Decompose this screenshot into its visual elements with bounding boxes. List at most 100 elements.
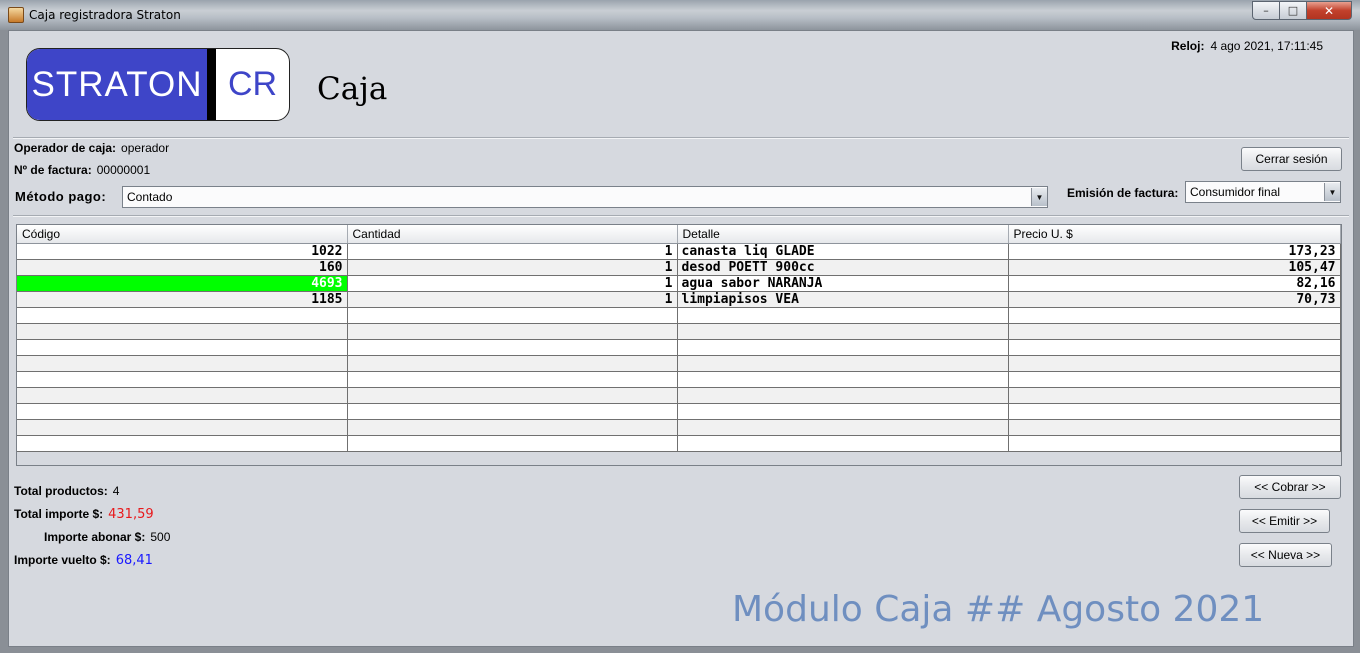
cell-codigo[interactable] <box>17 323 348 340</box>
clock-label: Reloj: <box>1171 39 1205 53</box>
cell-precio[interactable] <box>1008 355 1341 372</box>
cell-cantidad[interactable] <box>347 387 678 404</box>
table-row[interactable] <box>17 435 1341 452</box>
cell-cantidad[interactable] <box>347 371 678 388</box>
logo-cr-text: CR <box>227 65 278 103</box>
total-productos-value: 4 <box>112 484 120 498</box>
cell-cantidad[interactable]: 1 <box>347 291 678 308</box>
cell-detalle[interactable] <box>677 419 1009 436</box>
table-row[interactable] <box>17 323 1341 340</box>
total-productos-field: Total productos: 4 <box>14 484 119 498</box>
minimize-button[interactable]: – <box>1252 1 1280 20</box>
total-importe-field: Total importe $: 431,59 <box>14 507 154 522</box>
close-button[interactable]: ✕ <box>1306 1 1352 20</box>
operador-field: Operador de caja: operador <box>14 141 169 155</box>
factura-value: 00000001 <box>96 163 151 177</box>
cobrar-button[interactable]: << Cobrar >> <box>1239 475 1341 499</box>
clock-value: 4 ago 2021, 17:11:45 <box>1210 39 1323 53</box>
chevron-down-icon[interactable]: ▼ <box>1324 183 1340 201</box>
emision-select[interactable]: Consumidor final ▼ <box>1185 181 1341 203</box>
cell-codigo[interactable]: 1185 <box>17 291 348 308</box>
cell-precio[interactable]: 105,47 <box>1008 259 1341 276</box>
cell-codigo[interactable]: 1022 <box>17 243 348 260</box>
cell-detalle[interactable] <box>677 435 1009 452</box>
page-title: Caja <box>317 71 388 107</box>
cell-cantidad[interactable]: 1 <box>347 259 678 276</box>
java-app-icon <box>8 7 24 23</box>
cell-cantidad[interactable] <box>347 307 678 324</box>
cell-cantidad[interactable]: 1 <box>347 275 678 292</box>
cell-detalle[interactable] <box>677 355 1009 372</box>
straton-logo: STRATON CR <box>26 48 290 121</box>
cell-codigo[interactable] <box>17 419 348 436</box>
cell-codigo[interactable] <box>17 387 348 404</box>
cell-precio[interactable]: 173,23 <box>1008 243 1341 260</box>
col-header-precio[interactable]: Precio U. $ <box>1008 225 1341 244</box>
table-row[interactable] <box>17 355 1341 372</box>
metodo-pago-select[interactable]: Contado ▼ <box>122 186 1048 208</box>
cell-detalle[interactable]: limpiapisos VEA <box>677 291 1009 308</box>
importe-abonar-value[interactable]: 500 <box>150 530 170 544</box>
products-table[interactable]: Código Cantidad Detalle Precio U. $ 1022… <box>17 225 1341 452</box>
cell-detalle[interactable] <box>677 339 1009 356</box>
total-productos-label: Total productos: <box>14 484 108 498</box>
title-bar[interactable]: Caja registradora Straton – □ ✕ <box>0 0 1360 30</box>
col-header-cantidad[interactable]: Cantidad <box>347 225 678 244</box>
chevron-down-icon[interactable]: ▼ <box>1031 188 1047 206</box>
table-row[interactable] <box>17 419 1341 436</box>
factura-label: Nº de factura: <box>14 163 92 177</box>
cell-precio[interactable] <box>1008 339 1341 356</box>
cell-cantidad[interactable]: 1 <box>347 243 678 260</box>
cell-cantidad[interactable] <box>347 355 678 372</box>
table-row[interactable]: 4693 1 agua sabor NARANJA 82,16 <box>17 275 1341 292</box>
nueva-button[interactable]: << Nueva >> <box>1239 543 1332 567</box>
window-controls: – □ ✕ <box>1252 1 1352 20</box>
cell-precio[interactable] <box>1008 403 1341 420</box>
cell-codigo[interactable]: 160 <box>17 259 348 276</box>
table-row[interactable] <box>17 371 1341 388</box>
cell-cantidad[interactable] <box>347 323 678 340</box>
main-panel: STRATON CR Caja Reloj: 4 ago 2021, 17:11:… <box>8 30 1354 647</box>
cell-codigo[interactable]: 4693 <box>17 275 348 292</box>
table-row[interactable]: 1185 1 limpiapisos VEA 70,73 <box>17 291 1341 308</box>
cell-codigo[interactable] <box>17 307 348 324</box>
cell-precio[interactable] <box>1008 371 1341 388</box>
cell-cantidad[interactable] <box>347 339 678 356</box>
cell-detalle[interactable] <box>677 371 1009 388</box>
cell-detalle[interactable] <box>677 323 1009 340</box>
cell-cantidad[interactable] <box>347 403 678 420</box>
cell-detalle[interactable] <box>677 387 1009 404</box>
cell-precio[interactable] <box>1008 307 1341 324</box>
cell-precio[interactable]: 82,16 <box>1008 275 1341 292</box>
cell-detalle[interactable] <box>677 403 1009 420</box>
cell-detalle[interactable]: desod POETT 900cc <box>677 259 1009 276</box>
table-row[interactable] <box>17 387 1341 404</box>
cell-codigo[interactable] <box>17 403 348 420</box>
cell-precio[interactable] <box>1008 419 1341 436</box>
cell-detalle[interactable] <box>677 307 1009 324</box>
table-row[interactable] <box>17 339 1341 356</box>
cell-codigo[interactable] <box>17 371 348 388</box>
cell-detalle[interactable]: canasta liq GLADE <box>677 243 1009 260</box>
table-row[interactable]: 160 1 desod POETT 900cc 105,47 <box>17 259 1341 276</box>
cell-cantidad[interactable] <box>347 419 678 436</box>
cerrar-sesion-button[interactable]: Cerrar sesión <box>1241 147 1342 171</box>
products-table-container[interactable]: Código Cantidad Detalle Precio U. $ 1022… <box>16 224 1342 466</box>
col-header-codigo[interactable]: Código <box>17 225 348 244</box>
col-header-detalle[interactable]: Detalle <box>677 225 1009 244</box>
cell-codigo[interactable] <box>17 339 348 356</box>
cell-precio[interactable]: 70,73 <box>1008 291 1341 308</box>
cell-precio[interactable] <box>1008 387 1341 404</box>
table-row[interactable] <box>17 403 1341 420</box>
cell-detalle[interactable]: agua sabor NARANJA <box>677 275 1009 292</box>
emitir-button[interactable]: << Emitir >> <box>1239 509 1330 533</box>
cell-codigo[interactable] <box>17 435 348 452</box>
maximize-button[interactable]: □ <box>1279 1 1307 20</box>
cell-precio[interactable] <box>1008 435 1341 452</box>
cell-codigo[interactable] <box>17 355 348 372</box>
table-row[interactable] <box>17 307 1341 324</box>
table-row[interactable]: 1022 1 canasta liq GLADE 173,23 <box>17 243 1341 260</box>
cell-precio[interactable] <box>1008 323 1341 340</box>
cell-cantidad[interactable] <box>347 435 678 452</box>
importe-vuelto-label: Importe vuelto $: <box>14 553 111 567</box>
